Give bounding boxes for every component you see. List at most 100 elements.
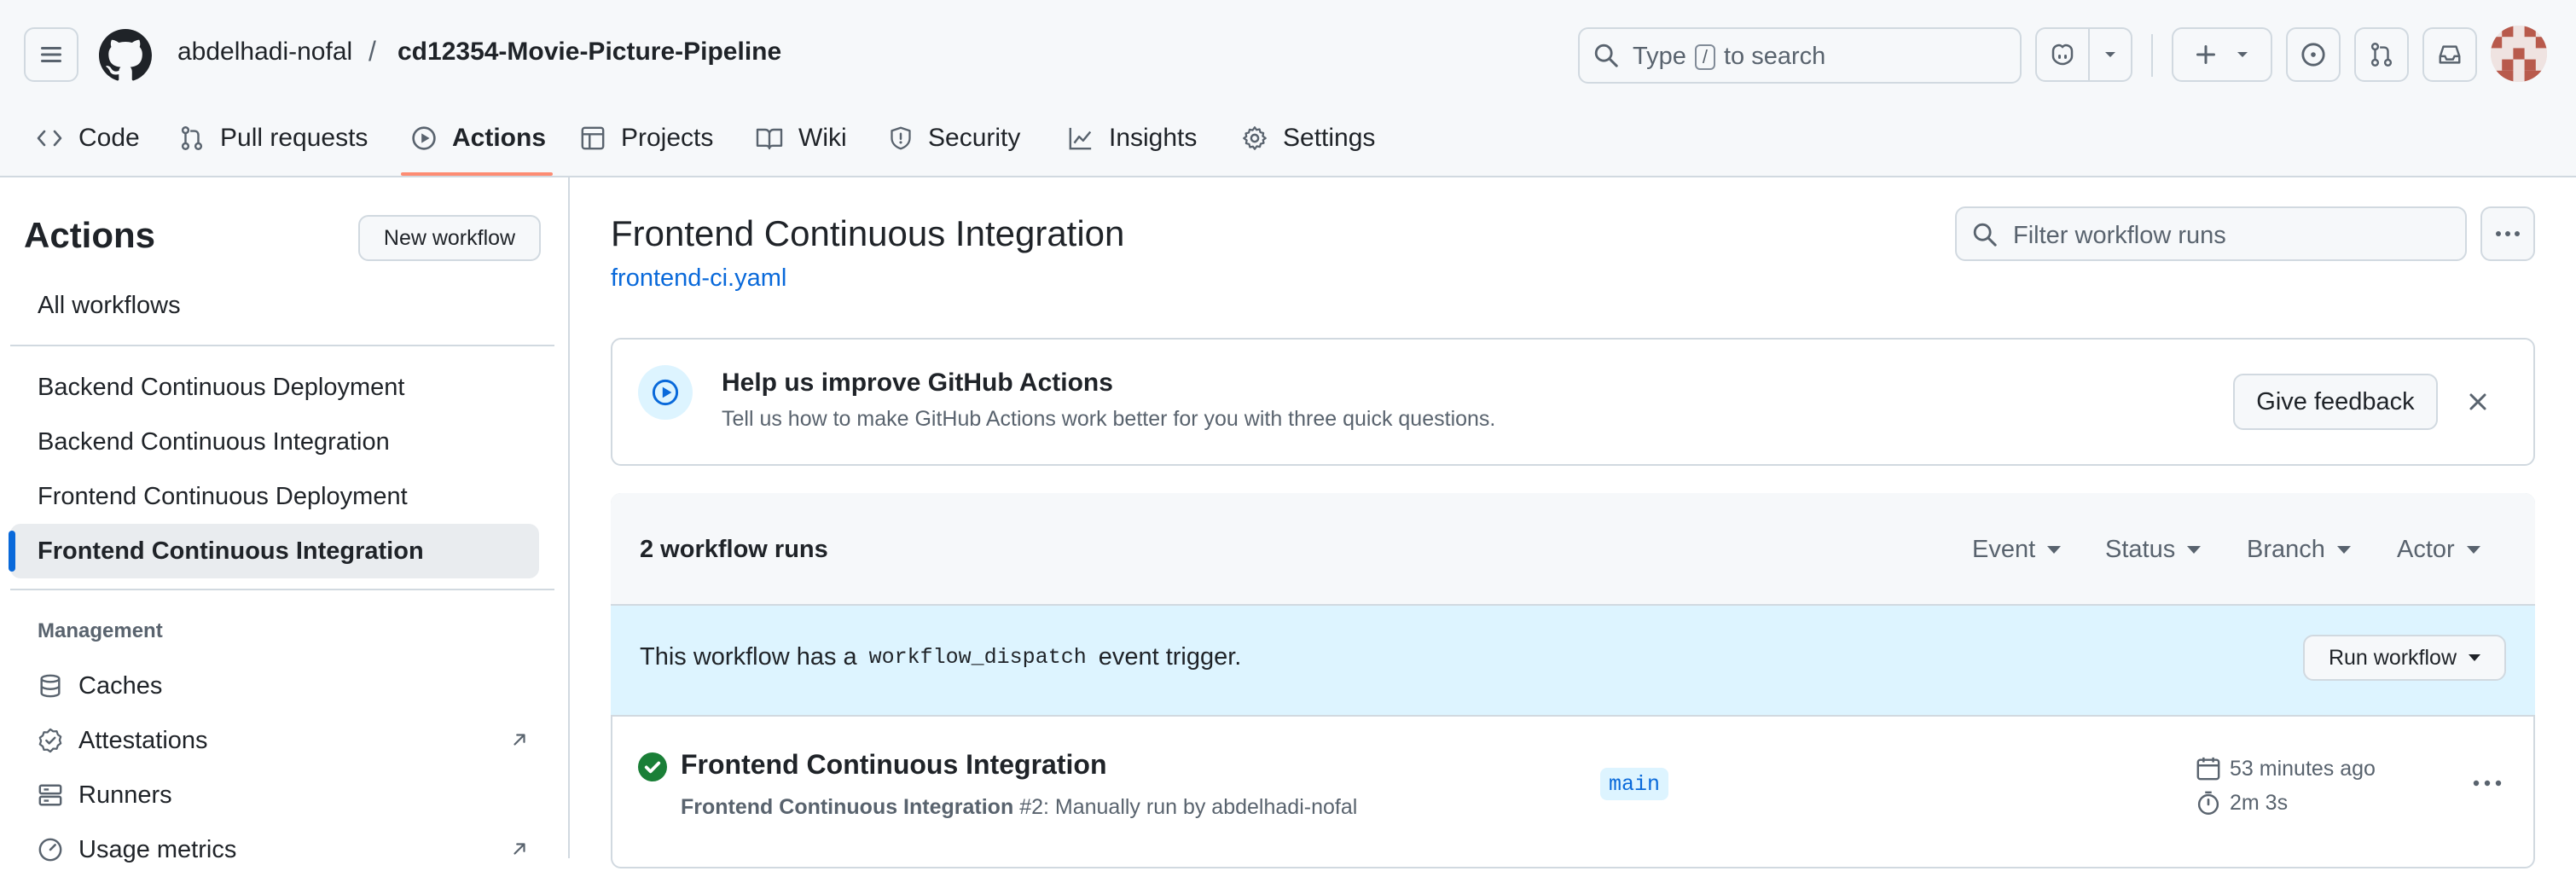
tab-wiki[interactable]: Wiki bbox=[756, 113, 847, 164]
repo-owner-link[interactable]: abdelhadi-nofal bbox=[177, 38, 352, 67]
graph-icon bbox=[1069, 127, 1092, 150]
workflow-runs-count: 2 workflow runs bbox=[640, 536, 828, 563]
sidebar-item-usage-metrics[interactable]: Usage metrics bbox=[10, 822, 539, 877]
sidebar-item-attestations[interactable]: Attestations bbox=[10, 713, 539, 768]
book-icon bbox=[756, 128, 783, 150]
run-title-link[interactable]: Frontend Continuous Integration bbox=[681, 749, 1106, 781]
link-external-icon bbox=[513, 843, 525, 855]
pull-request-icon bbox=[181, 126, 203, 150]
tab-code[interactable]: Code bbox=[36, 113, 140, 164]
run-time: 53 minutes ago bbox=[2196, 756, 2376, 781]
play-icon bbox=[638, 365, 693, 420]
management-heading: Management bbox=[38, 619, 163, 642]
feedback-banner-subtitle: Tell us how to make GitHub Actions work … bbox=[722, 407, 1496, 431]
more-options-button[interactable] bbox=[2480, 206, 2535, 261]
tab-insights[interactable]: Insights bbox=[1068, 113, 1197, 164]
kebab-horizontal-icon bbox=[2496, 231, 2520, 236]
sidebar-item-backend-ci[interactable]: Backend Continuous Integration bbox=[10, 415, 539, 469]
hamburger-icon bbox=[41, 47, 61, 62]
branch-filter-dropdown[interactable]: Branch bbox=[2247, 536, 2351, 564]
search-icon bbox=[1594, 44, 1618, 67]
filter-placeholder: Filter workflow runs bbox=[2013, 222, 2226, 249]
calendar-icon bbox=[2196, 757, 2220, 781]
chevron-down-icon bbox=[2336, 546, 2351, 554]
run-subtitle: Frontend Continuous Integration #2: Manu… bbox=[681, 795, 1358, 819]
table-row[interactable] bbox=[612, 717, 2533, 851]
run-workflow-button[interactable]: Run workflow bbox=[2303, 635, 2506, 681]
global-search-input[interactable]: Type / to search bbox=[1578, 27, 2022, 84]
menu-button[interactable] bbox=[24, 27, 78, 82]
check-circle-fill-icon bbox=[638, 752, 667, 781]
close-icon bbox=[2469, 393, 2486, 410]
app-header: abdelhadi-nofal / cd12354-Movie-Picture-… bbox=[0, 0, 2576, 177]
sidebar-item-frontend-cd[interactable]: Frontend Continuous Deployment bbox=[10, 469, 539, 524]
database-icon bbox=[40, 674, 61, 698]
event-filter-dropdown[interactable]: Event bbox=[1972, 536, 2062, 564]
shield-icon bbox=[891, 126, 911, 150]
feedback-banner-title: Help us improve GitHub Actions bbox=[722, 369, 1113, 397]
table-icon bbox=[581, 126, 605, 150]
sidebar-divider bbox=[568, 177, 570, 858]
run-duration: 2m 3s bbox=[2196, 790, 2288, 816]
meter-icon bbox=[38, 838, 62, 862]
close-banner-button[interactable] bbox=[2463, 387, 2492, 416]
chevron-down-icon bbox=[2047, 546, 2062, 554]
gear-icon bbox=[1243, 126, 1267, 150]
actor-filter-dropdown[interactable]: Actor bbox=[2397, 536, 2480, 564]
dispatch-code: workflow_dispatch bbox=[868, 645, 1087, 670]
repo-name-link[interactable]: cd12354-Movie-Picture-Pipeline bbox=[397, 38, 781, 67]
verified-icon bbox=[38, 728, 62, 753]
create-new-button[interactable] bbox=[2172, 27, 2272, 82]
stopwatch-icon bbox=[2197, 791, 2219, 815]
issues-button[interactable] bbox=[2286, 27, 2341, 82]
identicon-icon bbox=[2491, 26, 2547, 82]
workflow-dispatch-text: This workflow has a workflow_dispatch ev… bbox=[640, 643, 1242, 671]
header-divider bbox=[2151, 34, 2153, 77]
issue-opened-icon bbox=[2301, 43, 2325, 67]
code-icon bbox=[37, 130, 62, 147]
tab-pull-requests[interactable]: Pull requests bbox=[179, 113, 368, 164]
sidebar-item-caches[interactable]: Caches bbox=[10, 659, 539, 713]
run-options-button[interactable] bbox=[2470, 766, 2504, 800]
copilot-button[interactable] bbox=[2035, 27, 2090, 82]
sidebar-item-backend-cd[interactable]: Backend Continuous Deployment bbox=[10, 360, 539, 415]
play-icon bbox=[412, 126, 436, 150]
sidebar-item-frontend-ci[interactable]: Frontend Continuous Integration bbox=[9, 524, 539, 578]
sidebar-item-runners[interactable]: Runners bbox=[10, 768, 539, 822]
selected-indicator bbox=[9, 531, 15, 572]
sidebar-item-all-workflows[interactable]: All workflows bbox=[10, 278, 539, 333]
copilot-menu-button[interactable] bbox=[2088, 27, 2132, 82]
tab-security[interactable]: Security bbox=[889, 113, 1020, 164]
status-filter-dropdown[interactable]: Status bbox=[2105, 536, 2202, 564]
search-placeholder: Type / to search bbox=[1633, 43, 1826, 70]
user-avatar[interactable] bbox=[2491, 26, 2547, 82]
tab-actions[interactable]: Actions bbox=[411, 113, 546, 164]
kebab-horizontal-icon bbox=[2473, 780, 2502, 787]
chevron-down-icon bbox=[2187, 546, 2202, 554]
page-title: Frontend Continuous Integration bbox=[611, 213, 1125, 253]
search-shortcut-key: / bbox=[1694, 44, 1715, 70]
chevron-down-icon bbox=[2105, 52, 2115, 57]
chevron-down-icon bbox=[2469, 654, 2481, 661]
filter-workflow-runs-input[interactable]: Filter workflow runs bbox=[1955, 206, 2467, 261]
branch-label[interactable]: main bbox=[1600, 768, 1669, 800]
tab-projects[interactable]: Projects bbox=[580, 113, 713, 164]
workflow-file-link[interactable]: frontend-ci.yaml bbox=[611, 264, 786, 293]
inbox-button[interactable] bbox=[2422, 27, 2477, 82]
sidebar-divider-line bbox=[10, 589, 554, 590]
copilot-icon bbox=[2051, 44, 2074, 66]
search-icon bbox=[1973, 223, 1997, 247]
breadcrumb-separator: / bbox=[368, 36, 376, 67]
sidebar-title: Actions bbox=[24, 215, 156, 255]
pull-request-icon bbox=[2370, 43, 2393, 67]
tab-settings[interactable]: Settings bbox=[1242, 113, 1375, 164]
new-workflow-button[interactable]: New workflow bbox=[358, 215, 541, 261]
link-external-icon bbox=[513, 734, 525, 746]
inbox-icon bbox=[2439, 45, 2461, 64]
github-logo-icon[interactable] bbox=[99, 29, 152, 82]
plus-icon bbox=[2196, 45, 2215, 64]
pull-requests-button[interactable] bbox=[2354, 27, 2409, 82]
active-tab-indicator bbox=[401, 172, 553, 176]
server-icon bbox=[38, 784, 62, 806]
give-feedback-button[interactable]: Give feedback bbox=[2233, 374, 2438, 430]
